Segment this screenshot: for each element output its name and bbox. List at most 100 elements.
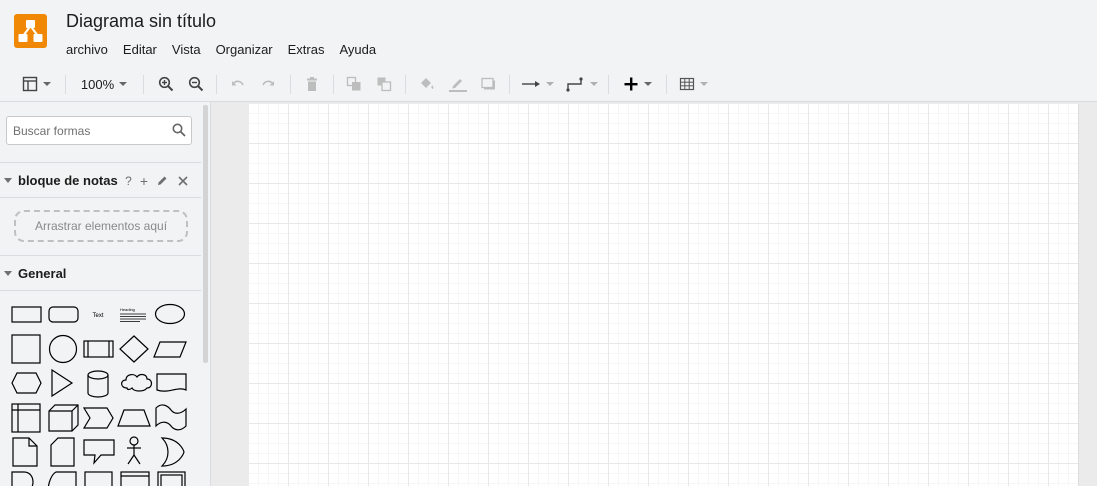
to-front-icon xyxy=(346,76,361,91)
general-title: General xyxy=(18,265,67,281)
format-panel-button[interactable] xyxy=(18,67,54,101)
header: Diagrama sin título archivo Editar Vista… xyxy=(0,0,1097,67)
data-storage-shape[interactable] xyxy=(11,471,34,486)
to-front-button[interactable] xyxy=(344,67,364,101)
general-shape-palette: Text Heading xyxy=(11,303,187,486)
table-button[interactable] xyxy=(676,67,710,101)
zoom-level: 100% xyxy=(80,76,115,92)
card-shape[interactable] xyxy=(50,437,75,467)
toolbar-divider xyxy=(143,75,144,94)
menu-archivo[interactable]: archivo xyxy=(66,42,108,57)
callout-shape[interactable] xyxy=(83,439,115,465)
chevron-down-icon xyxy=(699,82,708,86)
chevron-down-icon xyxy=(643,82,652,86)
hexagon-shape[interactable] xyxy=(11,372,42,394)
menu-extras[interactable]: Extras xyxy=(288,42,325,57)
document-shape[interactable] xyxy=(156,373,187,392)
zoom-in-icon xyxy=(158,76,174,92)
menu-organizar[interactable]: Organizar xyxy=(216,42,273,57)
rectangle-shape[interactable] xyxy=(11,306,42,323)
section-divider xyxy=(0,197,201,198)
cloud-shape[interactable] xyxy=(121,373,153,392)
menu-ayuda[interactable]: Ayuda xyxy=(339,42,376,57)
insert-icon xyxy=(624,77,637,91)
cube-shape[interactable] xyxy=(48,404,79,432)
help-icon[interactable]: ? xyxy=(125,174,132,188)
search-input[interactable] xyxy=(6,116,192,145)
svg-text:Heading: Heading xyxy=(120,307,135,312)
heading-text-shape[interactable]: Heading xyxy=(120,307,146,322)
process-shape[interactable] xyxy=(83,340,114,358)
toolbar-divider xyxy=(216,75,217,94)
undo-button[interactable] xyxy=(228,67,248,101)
waypoints-button[interactable] xyxy=(564,67,598,101)
connection-icon xyxy=(521,81,540,87)
menu-editar[interactable]: Editar xyxy=(123,42,157,57)
to-back-button[interactable] xyxy=(374,67,394,101)
expand-triangle-icon xyxy=(4,270,12,276)
diagram-title[interactable]: Diagrama sin título xyxy=(66,11,216,32)
redo-button[interactable] xyxy=(258,67,278,101)
parallelogram-shape[interactable] xyxy=(153,341,187,358)
fill-color-button[interactable] xyxy=(417,67,437,101)
chevron-down-icon xyxy=(589,82,598,86)
diagram-page[interactable] xyxy=(249,104,1079,486)
to-back-icon xyxy=(377,77,392,92)
cylinder-shape[interactable] xyxy=(87,370,109,398)
toolbar-divider xyxy=(290,75,291,94)
add-icon[interactable]: + xyxy=(140,173,148,189)
triangle-shape[interactable] xyxy=(51,368,74,398)
shadow-icon xyxy=(481,77,495,90)
scratchpad-title: bloque de notas xyxy=(18,172,118,188)
undo-icon xyxy=(232,80,244,86)
toolbar-divider xyxy=(608,75,609,94)
rectangle-shape-2[interactable] xyxy=(84,471,113,486)
internal-storage-shape[interactable] xyxy=(11,403,41,433)
fill-color-icon xyxy=(421,78,434,89)
tape-shape[interactable] xyxy=(155,404,187,431)
general-header[interactable]: General xyxy=(0,256,201,290)
ellipse-shape[interactable] xyxy=(154,303,186,325)
delay-shape[interactable] xyxy=(47,471,77,486)
edit-icon[interactable] xyxy=(156,175,168,187)
or-shape[interactable] xyxy=(160,437,185,467)
zoom-out-button[interactable] xyxy=(186,67,206,101)
insert-button[interactable] xyxy=(619,67,655,101)
zoom-out-icon xyxy=(188,76,204,92)
menu-vista[interactable]: Vista xyxy=(172,42,201,57)
frame-shape[interactable] xyxy=(157,471,186,486)
trapezoid-shape[interactable] xyxy=(117,409,151,427)
search-icon[interactable] xyxy=(172,123,186,137)
delete-button[interactable] xyxy=(302,67,322,101)
toolbar: 100% xyxy=(0,67,1097,102)
chevron-down-icon xyxy=(119,82,128,86)
circle-shape[interactable] xyxy=(48,334,78,364)
zoom-in-button[interactable] xyxy=(156,67,176,101)
step-shape[interactable] xyxy=(82,407,114,429)
expand-triangle-icon xyxy=(4,177,12,183)
redo-icon xyxy=(262,80,274,86)
svg-text:Text: Text xyxy=(92,313,103,319)
section-divider xyxy=(0,290,201,291)
rounded-rectangle-shape[interactable] xyxy=(48,306,79,323)
toolbar-divider xyxy=(405,75,406,94)
shapes-sidebar: bloque de notas ? + Arrastrar elementos … xyxy=(0,102,211,486)
connection-style-button[interactable] xyxy=(520,67,554,101)
text-shape[interactable]: Text xyxy=(92,313,103,319)
actor-shape[interactable] xyxy=(127,436,141,465)
sidebar-scrollbar[interactable] xyxy=(203,105,208,363)
waypoints-icon xyxy=(565,77,583,92)
delete-icon xyxy=(307,77,317,91)
square-shape[interactable] xyxy=(11,334,41,364)
container-shape[interactable] xyxy=(120,471,150,486)
diamond-shape[interactable] xyxy=(119,335,149,363)
scratchpad-header[interactable]: bloque de notas ? + xyxy=(0,163,201,197)
zoom-dropdown[interactable]: 100% xyxy=(74,67,134,101)
note-shape[interactable] xyxy=(12,437,38,467)
scratchpad-drop-zone[interactable]: Arrastrar elementos aquí xyxy=(14,210,188,242)
shadow-button[interactable] xyxy=(478,67,498,101)
toolbar-divider xyxy=(666,75,667,94)
drawio-logo-icon[interactable] xyxy=(14,14,47,48)
line-color-button[interactable] xyxy=(447,67,469,101)
close-icon[interactable] xyxy=(178,176,188,186)
